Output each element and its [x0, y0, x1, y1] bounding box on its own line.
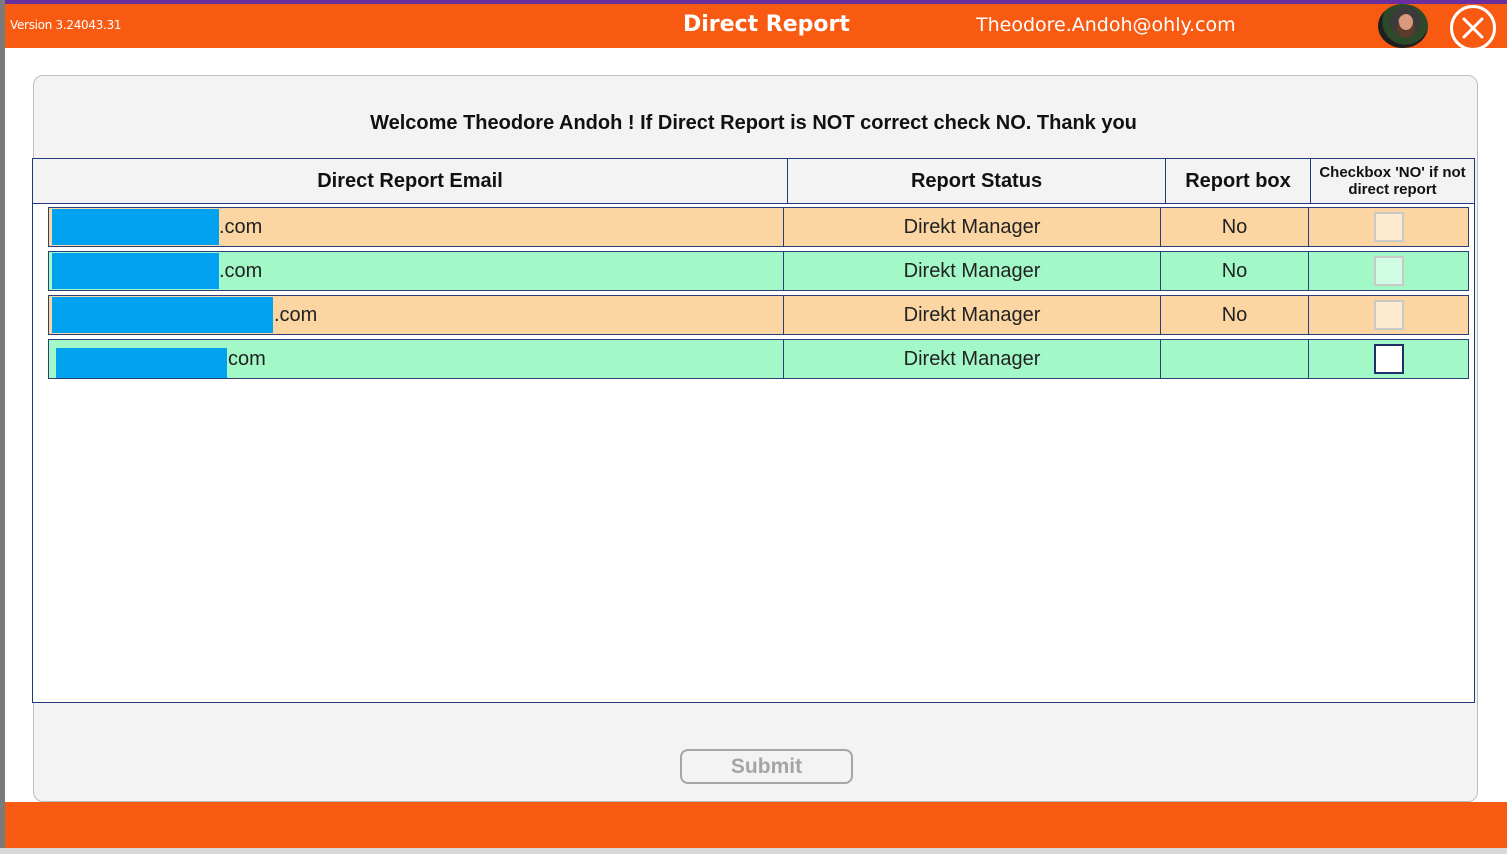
- status-cell: Direkt Manager: [784, 340, 1161, 378]
- redacted-email: [52, 297, 273, 333]
- not-direct-report-checkbox[interactable]: [1373, 212, 1404, 242]
- not-direct-report-checkbox[interactable]: [1373, 300, 1404, 330]
- window-bottom-border: [0, 848, 1507, 854]
- email-cell: com: [49, 340, 784, 378]
- checkbox-cell: [1309, 296, 1468, 334]
- status-cell: Direkt Manager: [784, 296, 1161, 334]
- email-cell: .com: [49, 208, 784, 246]
- app-window: Version 3.24043.31 Direct Report Theodor…: [0, 0, 1507, 854]
- welcome-message: Welcome Theodore Andoh ! If Direct Repor…: [370, 112, 1137, 134]
- email-suffix: .com: [219, 216, 263, 238]
- table-row[interactable]: .com Direkt Manager No: [48, 251, 1469, 291]
- status-cell: Direkt Manager: [784, 252, 1161, 290]
- redacted-email: [56, 348, 227, 378]
- email-suffix: .com: [219, 260, 263, 282]
- status-cell: Direkt Manager: [784, 208, 1161, 246]
- submit-button[interactable]: Submit: [680, 749, 853, 784]
- top-bar: Version 3.24043.31 Direct Report Theodor…: [5, 4, 1507, 51]
- version-label: Version 3.24043.31: [10, 18, 122, 32]
- redacted-email: [52, 253, 219, 289]
- redacted-email: [52, 209, 219, 245]
- report-box-cell: No: [1161, 252, 1309, 290]
- email-cell: .com: [49, 252, 784, 290]
- table-row[interactable]: .com Direkt Manager No: [48, 295, 1469, 335]
- close-button[interactable]: [1450, 5, 1496, 51]
- not-direct-report-checkbox[interactable]: [1373, 256, 1404, 286]
- checkbox-cell: [1309, 252, 1468, 290]
- column-header-report-box: Report box: [1166, 159, 1311, 203]
- table-row[interactable]: .com Direkt Manager No: [48, 207, 1469, 247]
- email-suffix: com: [228, 348, 266, 370]
- column-header-email: Direct Report Email: [33, 159, 788, 203]
- close-icon: [1462, 17, 1484, 39]
- not-direct-report-checkbox[interactable]: [1373, 344, 1404, 374]
- report-box-cell: [1161, 340, 1309, 378]
- table-header: Direct Report Email Report Status Report…: [32, 158, 1475, 204]
- email-suffix: .com: [274, 304, 318, 326]
- user-email: Theodore.Andoh@ohly.com: [976, 14, 1236, 36]
- app-title: Direct Report: [683, 12, 850, 37]
- table-row[interactable]: com Direkt Manager: [48, 339, 1469, 379]
- checkbox-cell: [1309, 340, 1468, 378]
- report-box-cell: No: [1161, 208, 1309, 246]
- avatar[interactable]: [1378, 4, 1428, 48]
- email-cell: .com: [49, 296, 784, 334]
- column-header-checkbox: Checkbox 'NO' if not direct report: [1319, 164, 1466, 198]
- column-header-status: Report Status: [788, 159, 1166, 203]
- checkbox-cell: [1309, 208, 1468, 246]
- bottom-bar: [5, 802, 1507, 848]
- report-box-cell: No: [1161, 296, 1309, 334]
